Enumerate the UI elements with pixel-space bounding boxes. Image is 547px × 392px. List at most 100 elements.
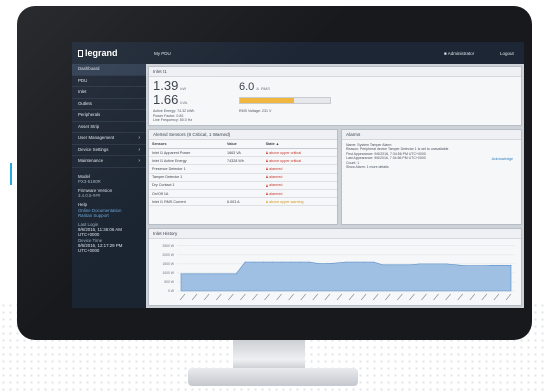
history-point [217,273,219,275]
last-login-value: 9/6/2016, 11:36:06 AM UTC+0000 [78,227,122,238]
sidebar-item-user-management[interactable]: User Management › [72,133,146,145]
sidebar-item-device-settings[interactable]: Device Settings › [72,145,146,156]
sidebar-item-maintenance[interactable]: Maintenance › [72,156,146,168]
history-point [473,265,475,267]
warning-icon [265,191,268,195]
history-point [483,265,484,267]
alarm-line[interactable]: Show Alarm: 1 more details [346,165,448,169]
sensor-state: above upper warning [262,197,337,207]
monitor-base [188,368,358,386]
sidebar-item-outlets[interactable]: Outlets [72,99,146,110]
sidebar-item-label: Inlet [78,89,87,94]
history-point [180,273,182,275]
table-row[interactable]: Dry Contact 1 alarmed [149,181,337,190]
warning-icon [265,183,268,187]
history-point [363,261,365,263]
active-power-unit: kW [180,86,187,91]
sidebar-item-label: Asset Strip [78,123,100,129]
sidebar-item-label: Dashboard [78,66,100,71]
x-tick-label [348,293,355,301]
x-tick-label [300,293,307,301]
sidebar-item-asset-strip[interactable]: Asset Strip [72,122,146,133]
sensor-state: alarmed [262,189,337,199]
apparent-power-unit: kVA [180,100,188,105]
apparent-power: 1.66 kVA [153,92,187,107]
user-name: Administrator [447,51,475,56]
table-row[interactable]: Inlet I1 RMS Current 6.003 A above upper w… [149,197,337,207]
brand-logo[interactable]: legrand [78,48,118,58]
x-tick-label [215,293,222,301]
table-header-row: Sensors Value State ▲ [149,140,337,149]
sidebar-item-peripherals[interactable]: Peripherals [72,110,146,122]
history-point [318,263,319,264]
table-row[interactable]: Presence Detector 1 alarmed [149,164,337,174]
page-title: My PDU [154,51,171,56]
history-point [510,264,512,266]
col-state[interactable]: State ▲ [262,140,337,149]
sidebar-item-inlet[interactable]: Inlet [72,87,146,99]
monitor-bezel: legrand My PDU ■ Administrator Logout Da… [17,6,532,340]
sidebar-item-dashboard[interactable]: Dashboard [72,64,146,76]
history-point [391,264,393,266]
x-tick-label [203,293,210,301]
apparent-power-value: 1.66 [153,92,179,107]
col-sensors[interactable]: Sensors [149,140,225,149]
sensor-value [224,164,263,174]
history-point [373,261,374,263]
x-tick-label [252,293,258,301]
x-tick-label [481,293,488,301]
x-tick-label [469,293,476,301]
user-menu[interactable]: ■ Administrator [444,51,474,56]
x-tick-label [288,293,294,301]
x-tick-label [433,293,439,301]
active-power: 1.39 kW [153,78,186,93]
history-point [198,273,200,275]
alerted-sensors-table: Sensors Value State ▲ Inlet I1 Apparent … [149,140,337,207]
warning-icon [265,159,268,163]
history-area-series [180,261,512,292]
y-tick-label: 0 W [168,289,175,293]
table-row[interactable]: Inlet I1 Active Energy 74328 Wh above uppe… [149,156,337,166]
sensor-state: alarmed [262,173,337,182]
sensor-name: Inlet I1 RMS Current [149,197,225,207]
table-row[interactable]: Inlet I1 Apparent Power 1663 VA above uppe… [149,148,337,158]
alarms-panel: Alarms Name: System Tamper Alarm Reason: … [341,129,522,225]
x-tick-label [324,293,331,301]
sidebar-item-pdu[interactable]: PDU [72,76,146,87]
device-info: Model PX3-5190R Firmware Version 3.4.0.5… [72,168,146,254]
sidebar-item-label: User Management [78,135,115,140]
x-tick-label [372,293,379,301]
current-bar-fill [240,98,294,103]
accent-line [10,163,12,185]
acknowledge-button[interactable]: Acknowledge [492,157,513,161]
active-energy: Active Energy: 74.32 kWh [153,109,195,113]
history-point [299,261,301,263]
chevron-right-icon: › [138,135,140,141]
logout-link[interactable]: Logout [500,51,514,56]
sensor-name: Dry Contact 1 [149,181,225,190]
table-row[interactable]: Tamper Detector 1 alarmed [149,173,337,182]
sensor-state-label: alarmed [269,191,283,196]
sensor-state-label: above upper critical [269,158,302,163]
col-value[interactable]: Value [224,140,263,149]
x-tick-label [505,293,512,301]
x-tick-label [179,293,186,301]
rms-current-unit: A [256,86,259,91]
brand-name: legrand [85,48,118,58]
inlet-stats: Active Energy: 74.32 kWh Power Factor: 0… [153,109,194,123]
alarm-details: Name: System Tamper Alarm Reason: Periphe… [346,143,448,169]
table-row[interactable]: On/Off 1A alarmed [149,189,337,199]
x-tick-label [445,293,451,301]
alerted-sensors-body: Inlet I1 Apparent Power 1663 VA above uppe… [149,148,337,207]
history-point [272,261,274,263]
sensor-state: above upper critical [262,148,337,158]
x-tick-label [421,293,427,301]
history-point [354,261,356,263]
y-tick-label: 500 W [164,280,175,284]
inlet-history-panel: Inlet History 2500 W 2000 W 1500 W 1000 W 50… [148,228,522,306]
history-point [409,264,411,266]
history-point [189,273,191,275]
alerted-sensors-title: Alerted Sensors (8 Critical, 1 Warned) [149,130,337,140]
device-time-value: 9/6/2016, 12:17:29 PM UTC+0000 [78,242,123,253]
sensor-state-label: alarmed [269,175,283,180]
